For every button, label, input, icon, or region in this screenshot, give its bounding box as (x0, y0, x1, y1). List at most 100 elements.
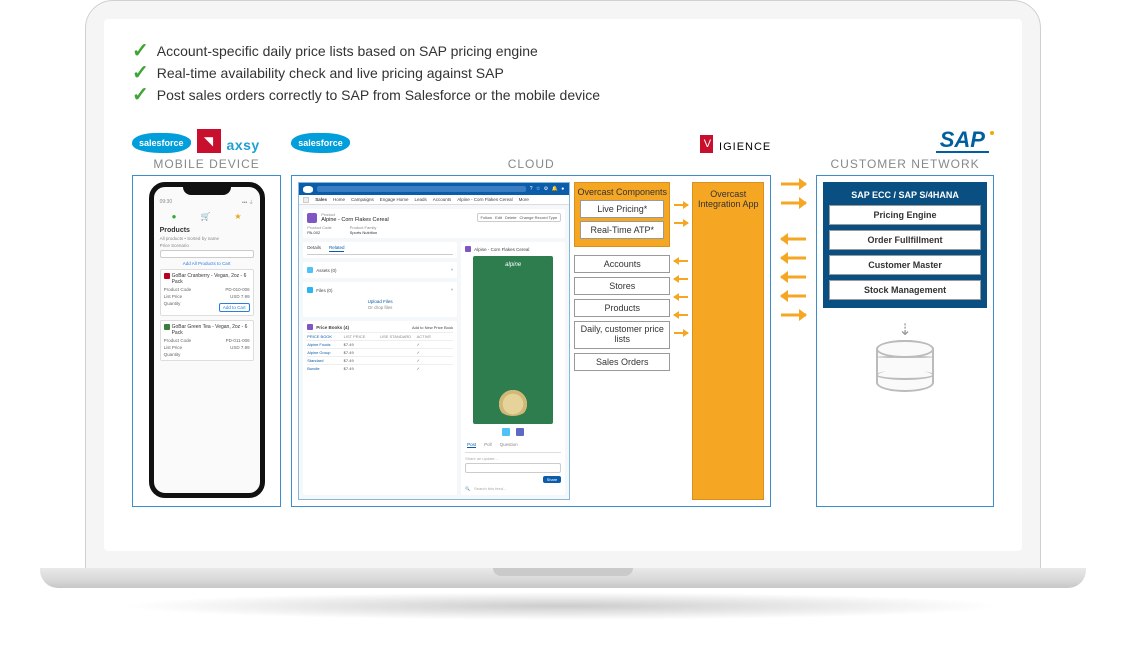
upload-button: Upload Files (307, 299, 453, 304)
bullet-row: ✓ Post sales orders correctly to SAP fro… (132, 85, 994, 105)
phone-search-label: Price Scenario (160, 243, 254, 248)
nav-item: More (519, 197, 529, 202)
arrow-left-icon (674, 272, 688, 286)
nav-item: Sales (315, 197, 327, 202)
phone-product-name: GoBar Cranberry - Vegan, 2oz - 6 Pack (164, 273, 250, 285)
overcast-components-col: Overcast Components Live Pricing* Real-T… (574, 182, 670, 500)
cart-icon: 🛒 (200, 212, 210, 221)
pricebooks-title: Price Books (4) (316, 325, 349, 330)
thumb-icon (516, 428, 524, 436)
sap-module: Order Fullfillment (829, 230, 981, 250)
nav-item: Home (333, 197, 345, 202)
phone-nav-icons: ● 🛒 ★ (154, 210, 260, 225)
sf-main: Product Alpine - Corn Flakes Cereal Foll… (299, 205, 569, 499)
kv-label: Quantity (164, 352, 181, 357)
files-icon (307, 287, 313, 293)
nav-item: Campaigns (351, 197, 374, 202)
sap-arrows (781, 119, 806, 507)
kv-value: USD 7.99 (230, 345, 250, 350)
nav-item: Leads (415, 197, 427, 202)
search-icon: 🔍 (465, 486, 470, 491)
sf-left-col: Details Related Assets (0)▾ Files (0)▾ (303, 242, 457, 495)
mobile-brands: salesforce ◥ axsy (132, 119, 281, 153)
right-title: Alpine - Corn Flakes Cereal (474, 247, 529, 252)
assets-icon (307, 267, 313, 273)
salesforce-logo: salesforce (132, 133, 191, 153)
axsy-logo: axsy (227, 137, 260, 153)
object-chip: Sales Orders (574, 353, 670, 371)
product-image (473, 256, 553, 424)
sf-header-bar: ? ☆ ⚙ 🔔 ● (299, 183, 569, 195)
file-upload-zone: Upload Files Or drop files (307, 295, 453, 314)
product-thumb-icon (164, 324, 170, 330)
salesforce-objects: Accounts Stores Products Daily, customer… (574, 255, 670, 371)
laptop-base (40, 568, 1086, 588)
phone-product-card: GoBar Green Tea - Vegan, 2oz - 6 Pack Pr… (160, 320, 254, 361)
bullet-text: Account-specific daily price lists based… (157, 43, 538, 59)
arrow-right-icon (674, 216, 688, 230)
feed-search: Search this feed... (474, 486, 506, 491)
phone-title: Products (160, 227, 254, 234)
phone-product-title: GoBar Green Tea - Vegan, 2oz - 6 Pack (172, 324, 250, 336)
product-image-area (465, 252, 561, 440)
post-composer: Share an update... Share 🔍Search this fe… (465, 452, 561, 491)
object-chip: Stores (574, 277, 670, 295)
record-title: Alpine - Corn Flakes Cereal (321, 217, 389, 223)
pricebook-icon (307, 324, 313, 330)
customer-section-label: CUSTOMER NETWORK (816, 157, 994, 171)
customer-column: SAP CUSTOMER NETWORK SAP ECC / SAP S/4HA… (816, 119, 994, 507)
arrow-left-icon (781, 232, 806, 246)
integration-app-col: Overcast Integration App (692, 182, 764, 500)
follow-button: Follow (481, 215, 493, 220)
th: LIST PRICE (344, 334, 380, 339)
change-type-button: Change Record Type (520, 215, 558, 220)
kv-value: PD-010-006 (225, 287, 249, 292)
object-chip: Accounts (574, 255, 670, 273)
record-highlights: Product CodePA-002 Product FamilySports … (307, 225, 561, 235)
bullet-row: ✓ Real-time availability check and live … (132, 63, 994, 83)
phone-signal-icon: ••• ⏚ (242, 199, 254, 206)
nav-item: Accounts (433, 197, 452, 202)
sf-header-icons: ? ☆ ⚙ 🔔 ● (530, 186, 566, 192)
upload-hint: Or drop files (368, 305, 393, 310)
post-textarea (465, 463, 561, 473)
laptop-screen: ✓ Account-specific daily price lists bas… (104, 19, 1022, 551)
check-icon: ✓ (132, 85, 149, 105)
component-arrows (674, 182, 688, 500)
phone-search-input (160, 250, 254, 258)
phone-mockup: 09:30 ••• ⏚ ● 🛒 ★ Products All products … (149, 182, 265, 498)
edit-button: Edit (495, 215, 502, 220)
bullet-text: Post sales orders correctly to SAP from … (157, 87, 600, 103)
product-thumb-icon (164, 273, 170, 279)
arrow-right-icon (674, 326, 688, 340)
arrow-left-icon (781, 289, 806, 303)
feature-bullets: ✓ Account-specific daily price lists bas… (132, 41, 994, 105)
overcast-components-box: Overcast Components Live Pricing* Real-T… (574, 182, 670, 247)
tab-question: Question (500, 442, 518, 448)
arrow-left-icon (781, 251, 806, 265)
vigience-logo-mark: V (700, 135, 713, 153)
sf-nav-bar: Sales Home Campaigns Engage Home Leads A… (299, 195, 569, 205)
sap-system-title: SAP ECC / SAP S/4HANA (829, 188, 981, 205)
kv-label: Product Code (164, 338, 192, 343)
cloud-column: salesforce VIGIENCE CLOUD ? ☆ ⚙ 🔔 ● (291, 119, 771, 507)
table-row: Standard$7.49✓ (307, 356, 453, 364)
arrow-left-icon (674, 308, 688, 322)
thumb-icon (502, 428, 510, 436)
nav-item: Engage Home (380, 197, 409, 202)
th: USE STANDARD (380, 334, 416, 339)
chevron-icon: ▾ (451, 287, 453, 293)
kv-label: Product Code (164, 287, 192, 292)
arrow-right-icon (674, 198, 688, 212)
tab-post: Post (467, 442, 476, 448)
phone-product-title: GoBar Cranberry - Vegan, 2oz - 6 Pack (172, 273, 250, 285)
kv-label: List Price (164, 345, 183, 350)
phone-subtitle: All products • Sorted by name (160, 236, 254, 241)
phone-body: Products All products • Sorted by name P… (154, 225, 260, 367)
pricebooks-action: Add to New Price Book (412, 325, 453, 330)
arrow-down-icon: ⇣ (876, 326, 934, 336)
post-placeholder: Share an update... (465, 456, 561, 461)
bullet-text: Real-time availability check and live pr… (157, 65, 504, 81)
files-card: Files (0)▾ Upload Files Or drop files (303, 282, 457, 317)
tab-poll: Poll (484, 442, 492, 448)
